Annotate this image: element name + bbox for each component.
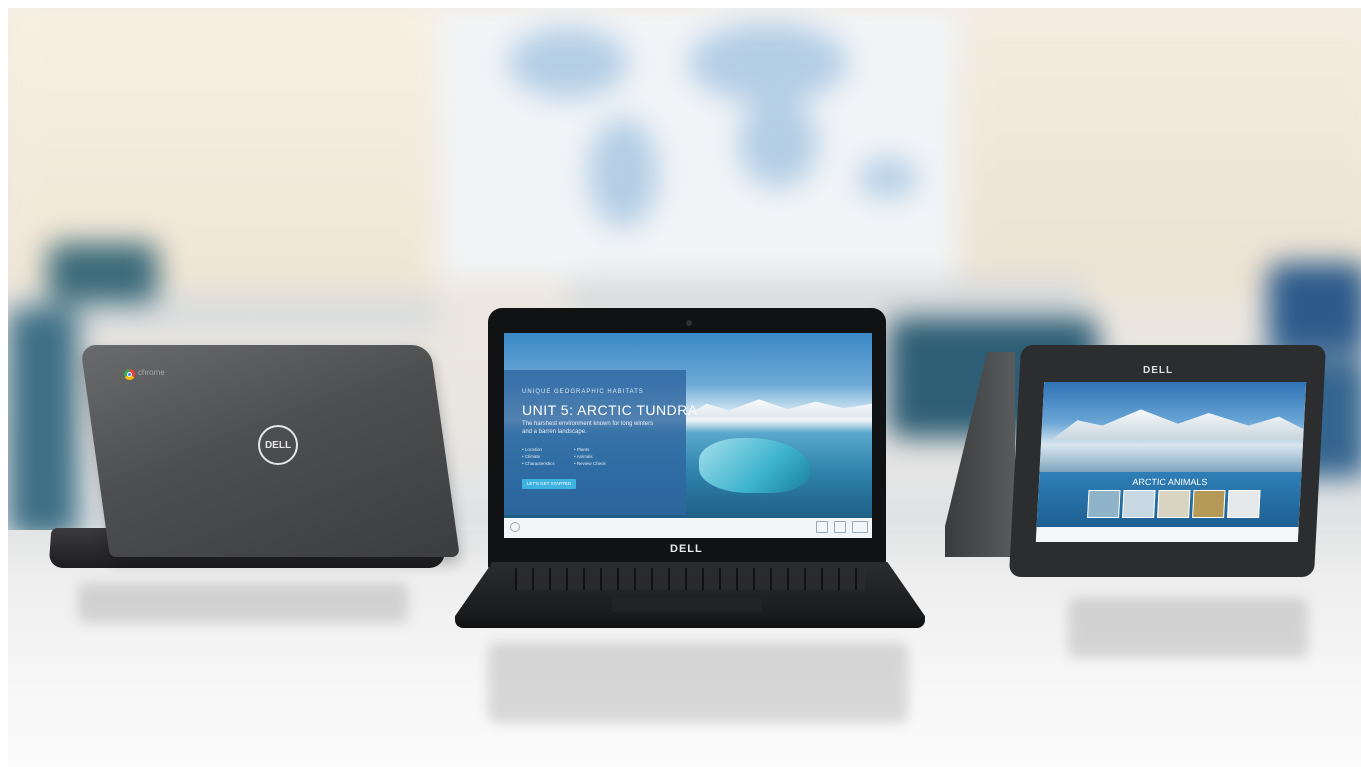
chrome-logo-icon bbox=[124, 369, 135, 380]
animal-thumbnail[interactable] bbox=[1087, 490, 1121, 518]
bullet-plants[interactable]: • Plants bbox=[574, 447, 589, 452]
bullet-animals[interactable]: • Animals bbox=[574, 454, 593, 459]
animal-thumbnail[interactable] bbox=[1122, 490, 1156, 518]
touchpad bbox=[612, 598, 762, 612]
lesson-description: The harshest environment known for long … bbox=[522, 421, 654, 435]
bullet-climate[interactable]: • Climate bbox=[522, 454, 540, 459]
bullet-location[interactable]: • Location bbox=[522, 447, 542, 452]
dell-logo-badge: DELL bbox=[258, 425, 298, 465]
convertible-screen: ARCTIC ANIMALS bbox=[1035, 382, 1307, 542]
animal-thumbnail[interactable] bbox=[1192, 490, 1226, 518]
get-started-button[interactable]: LET'S GET STARTED bbox=[522, 479, 576, 489]
screen-icon[interactable] bbox=[852, 521, 868, 533]
book-icon[interactable] bbox=[834, 521, 846, 533]
lesson-title: UNIT 5: ARCTIC TUNDRA bbox=[522, 402, 698, 418]
dell-logo-right: DELL bbox=[1143, 365, 1174, 376]
center-laptop-screen: UNIQUE GEOGRAPHIC HABITATS UNIT 5: ARCTI… bbox=[504, 333, 872, 538]
bullet-review-check[interactable]: • Review Check bbox=[574, 461, 606, 466]
animals-heading: ARCTIC ANIMALS bbox=[1132, 477, 1208, 487]
keyboard bbox=[515, 568, 865, 590]
settings-icon[interactable] bbox=[510, 522, 520, 532]
background-window-right bbox=[958, 8, 1361, 298]
lesson-kicker: UNIQUE GEOGRAPHIC HABITATS bbox=[522, 389, 644, 395]
animal-thumbnail[interactable] bbox=[1227, 490, 1261, 518]
animal-thumbnail[interactable] bbox=[1157, 490, 1191, 518]
background-world-map bbox=[438, 8, 958, 278]
grid-icon[interactable] bbox=[816, 521, 828, 533]
chrome-label: chrome bbox=[138, 368, 165, 377]
screen-taskbar-right bbox=[1035, 527, 1299, 542]
webcam-icon bbox=[686, 320, 692, 326]
bullet-characteristics[interactable]: • Characteristics bbox=[522, 461, 555, 466]
dell-logo: DELL bbox=[670, 543, 703, 555]
